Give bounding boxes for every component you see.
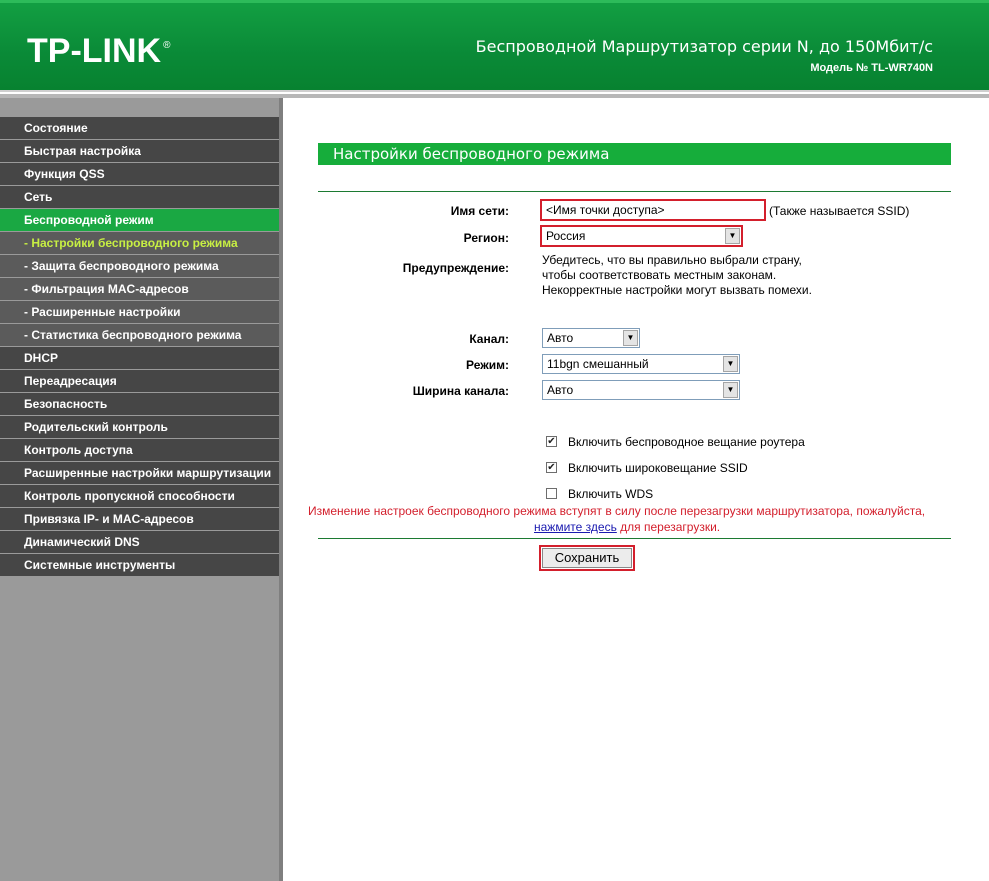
main-content: Настройки беспроводного режима Имя сети:…	[287, 98, 989, 881]
sidebar-item[interactable]: - Фильтрация MAC-адресов	[0, 278, 279, 301]
chevron-down-icon	[723, 382, 738, 398]
save-button-label: Сохранить	[542, 548, 632, 568]
tp-link-logo: TP-LINK ®	[27, 32, 171, 70]
channel-select[interactable]: Авто	[542, 328, 640, 348]
wireless-radio-label: Включить беспроводное вещание роутера	[568, 435, 805, 449]
header-top-line	[0, 0, 989, 3]
ssid-broadcast-checkbox[interactable]: ✔	[546, 462, 557, 473]
header-banner: TP-LINK ® Беспроводной Маршрутизатор сери…	[0, 0, 989, 92]
wds-label: Включить WDS	[568, 487, 654, 501]
sidebar-item[interactable]: Родительский контроль	[0, 416, 279, 439]
ssid-hint: (Также называется SSID)	[769, 204, 910, 218]
sidebar-item[interactable]: DHCP	[0, 347, 279, 370]
checkmark-icon: ✔	[547, 436, 556, 447]
warning-line: Убедитесь, что вы правильно выбрали стра…	[542, 253, 802, 267]
sidebar-item[interactable]: - Статистика беспроводного режима	[0, 324, 279, 347]
ssid-input[interactable]: <Имя точки доступа>	[540, 199, 766, 221]
section-title: Настройки беспроводного режима	[318, 143, 951, 165]
warning-text: Убедитесь, что вы правильно выбрали стра…	[542, 253, 812, 298]
reboot-link[interactable]: нажмите здесь	[534, 520, 617, 534]
sidebar-item[interactable]: Динамический DNS	[0, 531, 279, 554]
sidebar-item[interactable]: - Расширенные настройки	[0, 301, 279, 324]
ssid-broadcast-label: Включить широковещание SSID	[568, 461, 748, 475]
sidebar-item[interactable]: Беспроводной режим	[0, 209, 279, 232]
reboot-notice-line2: нажмите здесь для перезагрузки.	[534, 520, 721, 534]
mode-select[interactable]: 11bgn смешанный	[542, 354, 740, 374]
sidebar-item[interactable]: Состояние	[0, 117, 279, 140]
divider-top	[318, 191, 951, 192]
wireless-radio-checkbox[interactable]: ✔	[546, 436, 557, 447]
wds-checkbox[interactable]	[546, 488, 557, 499]
sidebar-menu: Состояние Быстрая настройка Функция QSS Сет…	[0, 117, 279, 577]
sidebar: Состояние Быстрая настройка Функция QSS Сет…	[0, 98, 283, 881]
sidebar-item[interactable]: Безопасность	[0, 393, 279, 416]
warning-line: чтобы соответствовать местным законам.	[542, 268, 777, 282]
chevron-down-icon	[725, 228, 740, 244]
model-number: Модель № TL-WR740N	[810, 62, 933, 74]
channel-width-select[interactable]: Авто	[542, 380, 740, 400]
region-label: Регион:	[463, 231, 509, 245]
divider-bottom	[318, 538, 951, 539]
sidebar-item[interactable]: Контроль доступа	[0, 439, 279, 462]
sidebar-item[interactable]: Контроль пропускной способности	[0, 485, 279, 508]
sidebar-item[interactable]: Системные инструменты	[0, 554, 279, 577]
channel-width-label: Ширина канала:	[412, 384, 509, 398]
sidebar-item[interactable]: - Защита беспроводного режима	[0, 255, 279, 278]
channel-label: Канал:	[469, 332, 509, 346]
mode-label: Режим:	[466, 358, 509, 372]
sidebar-item[interactable]: Быстрая настройка	[0, 140, 279, 163]
chevron-down-icon	[623, 330, 638, 346]
ssid-label: Имя сети:	[450, 204, 509, 218]
warning-line: Некорректные настройки могут вызвать пом…	[542, 283, 812, 297]
sidebar-item[interactable]: Функция QSS	[0, 163, 279, 186]
save-button[interactable]: Сохранить	[539, 545, 635, 571]
product-title: Беспроводной Маршрутизатор серии N, до 1…	[475, 37, 933, 56]
sidebar-item[interactable]: Сеть	[0, 186, 279, 209]
checkmark-icon: ✔	[547, 462, 556, 473]
sidebar-item[interactable]: Переадресация	[0, 370, 279, 393]
region-select[interactable]: Россия	[540, 225, 743, 247]
sidebar-item[interactable]: - Настройки беспроводного режима	[0, 232, 279, 255]
sidebar-item[interactable]: Привязка IP- и MAC-адресов	[0, 508, 279, 531]
chevron-down-icon	[723, 356, 738, 372]
reboot-notice: Изменение настроек беспроводного режима …	[308, 504, 926, 518]
sidebar-item[interactable]: Расширенные настройки маршрутизации	[0, 462, 279, 485]
warning-label: Предупреждение:	[402, 261, 509, 275]
